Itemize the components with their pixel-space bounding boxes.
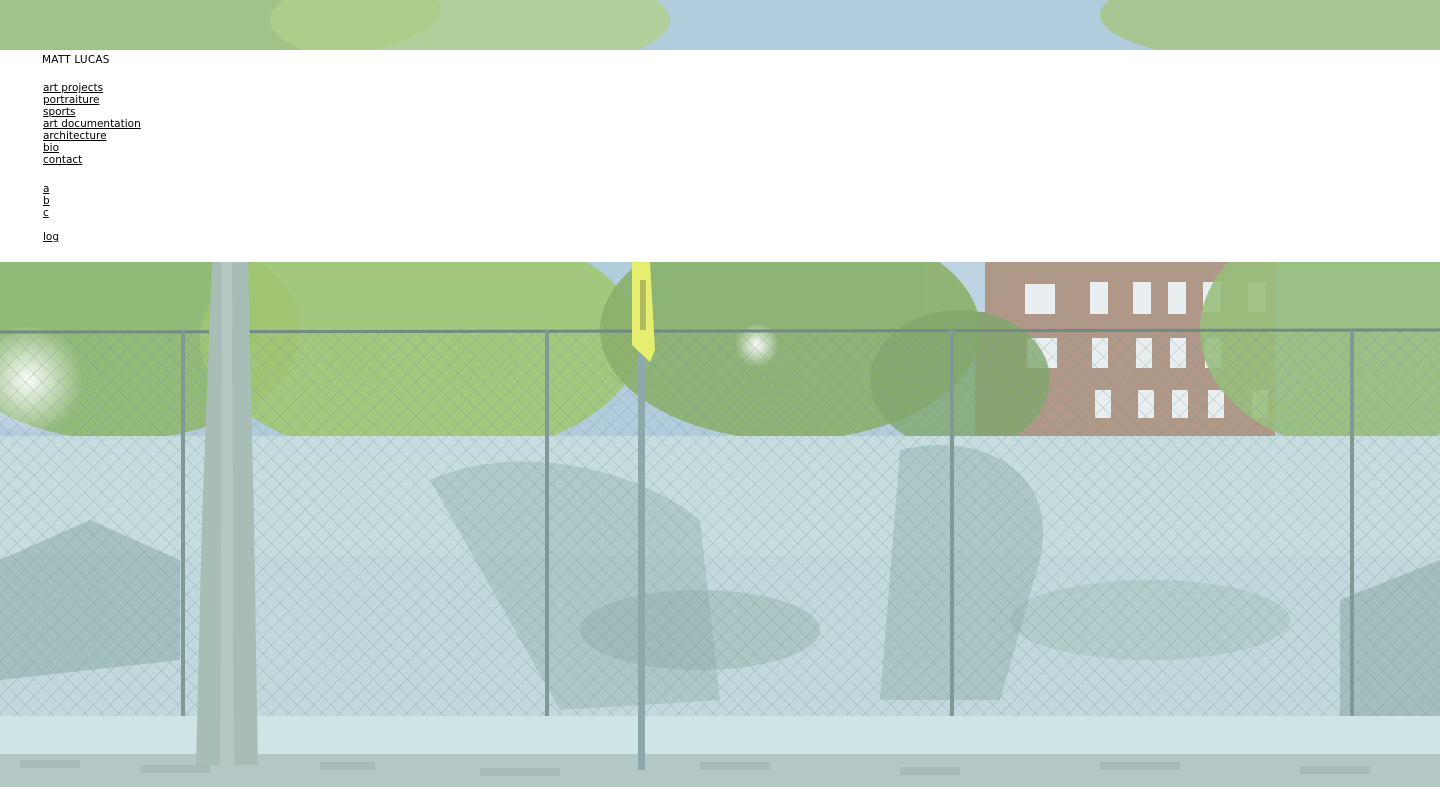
- sub-nav-item-a: a: [43, 183, 50, 195]
- header-panel: MATT LUCAS art projects portraiture spor…: [0, 50, 1440, 262]
- nav-item-contact: contact: [43, 154, 141, 166]
- nav-link-sports[interactable]: sports: [43, 106, 75, 118]
- nav-link-architecture[interactable]: architecture: [43, 130, 107, 142]
- nav-link-portraiture[interactable]: portraiture: [43, 94, 100, 106]
- sub-nav-link-b[interactable]: b: [43, 195, 50, 207]
- nav-item-portraiture: portraiture: [43, 94, 141, 106]
- sub-nav-item-c: c: [43, 207, 50, 219]
- nav-link-contact[interactable]: contact: [43, 154, 82, 166]
- site-title: MATT LUCAS: [42, 54, 110, 66]
- nav-item-bio: bio: [43, 142, 141, 154]
- nav-link-bio[interactable]: bio: [43, 142, 59, 154]
- nav-item-art-projects: art projects: [43, 82, 141, 94]
- nav-link-art-documentation[interactable]: art documentation: [43, 118, 141, 130]
- nav-link-log[interactable]: log: [43, 231, 59, 243]
- secondary-navigation: a b c: [43, 183, 50, 219]
- nav-item-art-documentation: art documentation: [43, 118, 141, 130]
- main-navigation: art projects portraiture sports art docu…: [43, 82, 141, 166]
- sub-nav-link-c[interactable]: c: [43, 207, 49, 219]
- sub-nav-link-a[interactable]: a: [43, 183, 49, 195]
- nav-item-log: log: [43, 231, 59, 243]
- log-navigation: log: [43, 231, 59, 243]
- nav-item-architecture: architecture: [43, 130, 141, 142]
- nav-link-art-projects[interactable]: art projects: [43, 82, 103, 94]
- nav-item-sports: sports: [43, 106, 141, 118]
- sub-nav-item-b: b: [43, 195, 50, 207]
